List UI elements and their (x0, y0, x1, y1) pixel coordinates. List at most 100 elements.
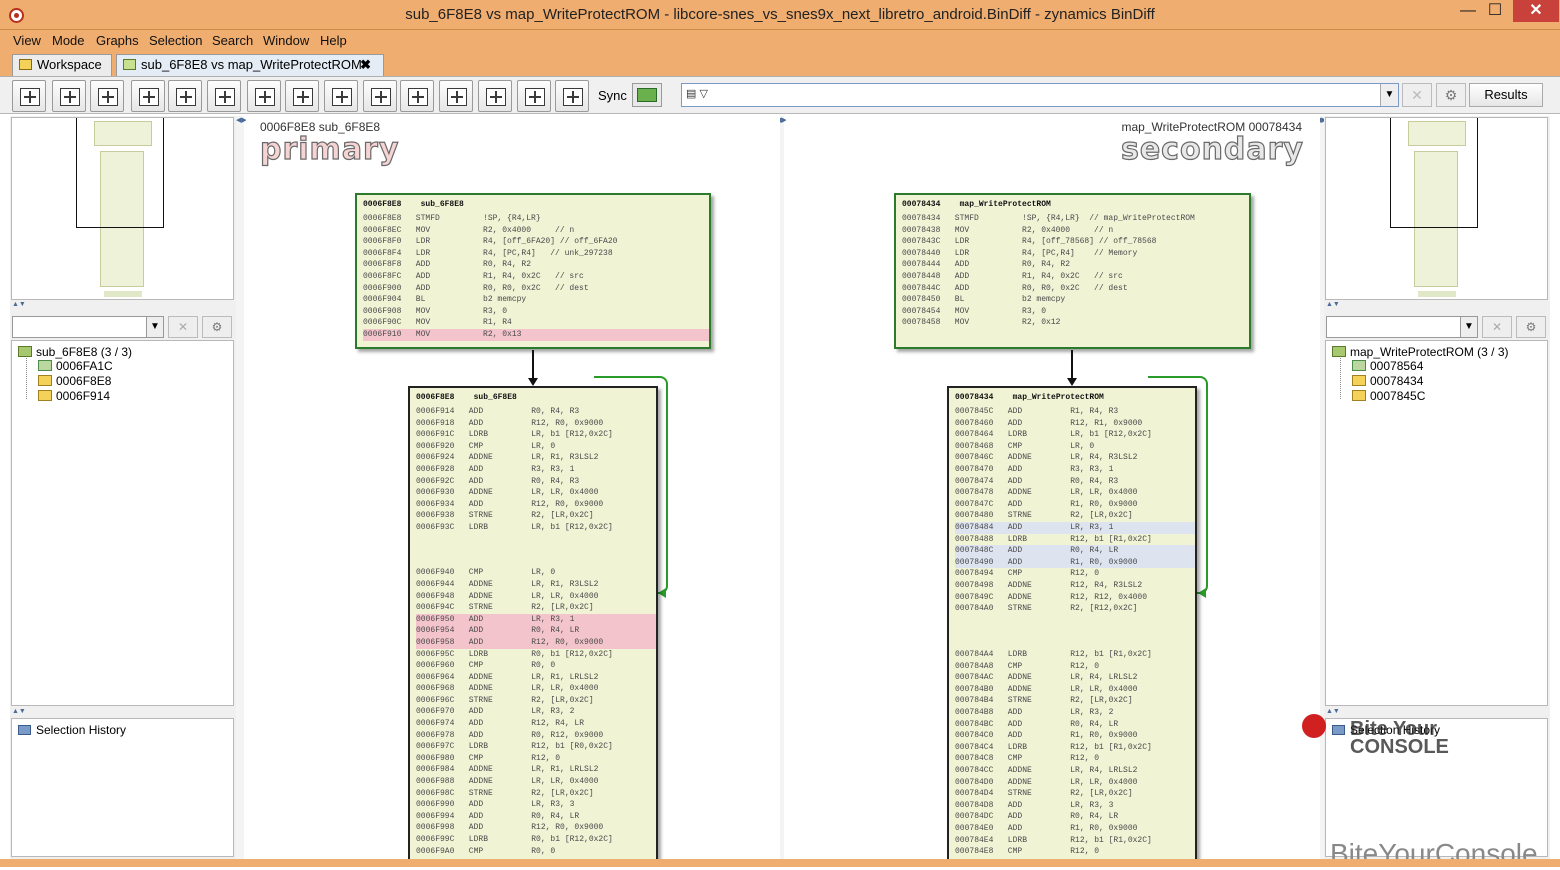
instruction-row[interactable]: 0006F98C STRNE R2, [LR,0x2C] (416, 788, 656, 800)
instruction-row[interactable]: 000784DC ADD R0, R4, LR (955, 811, 1195, 823)
instruction-row[interactable]: 0006F930 ADDNE LR, LR, 0x4000 (416, 487, 656, 499)
instruction-row[interactable]: 0007846C ADDNE LR, R4, R3LSL2 (955, 452, 1195, 464)
instruction-row[interactable]: 0006F938 STRNE R2, [LR,0x2C] (416, 510, 656, 522)
instruction-row[interactable]: 0006F97C LDRB R12, b1 [R0,0x2C] (416, 741, 656, 753)
tree-item[interactable]: 00078434 (1352, 374, 1423, 388)
clear-search-button[interactable]: ✕ (1402, 83, 1432, 107)
instruction-row[interactable]: 0006F91C LDRB LR, b1 [R12,0x2C] (416, 429, 656, 441)
instruction-row-changed[interactable]: 0006F954 ADD R0, R4, LR (416, 625, 656, 637)
instruction-row[interactable]: 0006F8EC MOV R2, 0x4000 // n (363, 225, 709, 237)
instruction-row[interactable]: 0006F96C STRNE R2, [LR,0x2C] (416, 695, 656, 707)
tree-item[interactable]: 00078564 (1352, 359, 1423, 373)
toolbar-button-11[interactable] (400, 80, 434, 112)
secondary-graph-pane[interactable]: map_WriteProtectROM 00078434 secondary 0… (786, 116, 1320, 859)
instruction-row[interactable]: 0006F988 ADDNE LR, LR, 0x4000 (416, 776, 656, 788)
instruction-row[interactable]: 0006F914 ADD R0, R4, R3 (416, 406, 656, 418)
instruction-row[interactable]: 00078448 ADD R1, R4, 0x2C // src (902, 271, 1249, 283)
instruction-row[interactable]: 00078470 ADD R3, R3, 1 (955, 464, 1195, 476)
instruction-row[interactable]: 0006F998 ADD R12, R0, 0x9000 (416, 822, 656, 834)
instruction-row[interactable]: 0006F8F8 ADD R0, R4, R2 (363, 259, 709, 271)
filter-dropdown-arrow[interactable]: ▼ (146, 316, 164, 338)
tree-filter-input[interactable] (1326, 316, 1476, 338)
instruction-row[interactable]: 000784C0 ADD R1, R0, 0x9000 (955, 730, 1195, 742)
instruction-row[interactable]: 000784D8 ADD LR, R3, 3 (955, 800, 1195, 812)
filter-settings-button[interactable]: ⚙ (1516, 316, 1546, 338)
splitter-handle[interactable]: ▲▼ (10, 301, 236, 309)
instruction-row[interactable]: 0007844C ADD R0, R0, 0x2C // dest (902, 283, 1249, 295)
search-combo[interactable]: ▤ ▽ ▼ (681, 83, 1399, 107)
instruction-row[interactable]: 0006F904 BL b2 memcpy (363, 294, 709, 306)
instruction-row[interactable]: 0006F944 ADDNE LR, R1, R3LSL2 (416, 579, 656, 591)
primary-minimap[interactable] (11, 117, 234, 300)
instruction-row[interactable]: 00078458 MOV R2, 0x12 (902, 317, 1249, 329)
menu-window[interactable]: Window (263, 33, 309, 48)
toolbar-button-7[interactable] (247, 80, 281, 112)
instruction-row[interactable]: 000784D0 ADDNE LR, LR, 0x4000 (955, 777, 1195, 789)
tree-item[interactable]: 0006F8E8 (38, 374, 111, 388)
instruction-row[interactable]: 000784B8 ADD LR, R3, 2 (955, 707, 1195, 719)
toolbar-button-4[interactable] (131, 80, 165, 112)
toolbar-button-15[interactable] (555, 80, 589, 112)
search-settings-button[interactable]: ⚙ (1436, 83, 1466, 107)
menu-selection[interactable]: Selection (149, 33, 202, 48)
tab-compare[interactable]: sub_6F8E8 vs map_WriteProtectROM ✖ (116, 54, 384, 76)
tab-workspace[interactable]: Workspace (12, 54, 112, 76)
splitter-handle[interactable]: ▲▼ (10, 708, 236, 716)
instruction-row[interactable]: 000784E4 LDRB R12, b1 [R1,0x2C] (955, 835, 1195, 847)
clear-filter-button[interactable]: ✕ (168, 316, 198, 338)
instruction-row[interactable]: 0006F8F4 LDR R4, [PC,R4] // unk_297238 (363, 248, 709, 260)
menu-help[interactable]: Help (320, 33, 347, 48)
instruction-row[interactable]: 0006F8F0 LDR R4, [off_6FA20] // off_6FA2… (363, 236, 709, 248)
clear-filter-button[interactable]: ✕ (1482, 316, 1512, 338)
close-tab-icon[interactable]: ✖ (360, 55, 371, 75)
instruction-row-moved[interactable]: 0007848C ADD R0, R4, LR (955, 545, 1195, 557)
instruction-row[interactable]: 0006F964 ADDNE LR, R1, LRLSL2 (416, 672, 656, 684)
instruction-row[interactable]: 0006F994 ADD R0, R4, LR (416, 811, 656, 823)
instruction-row-moved[interactable]: 00078490 ADD R1, R0, 0x9000 (955, 556, 1195, 569)
instruction-row[interactable]: 000784CC ADDNE LR, R4, LRLSL2 (955, 765, 1195, 777)
filter-dropdown-arrow[interactable]: ▼ (1460, 316, 1478, 338)
instruction-row[interactable]: 00078444 ADD R0, R4, R2 (902, 259, 1249, 271)
toolbar-button-1[interactable] (12, 80, 46, 112)
minimap-viewport[interactable] (1390, 118, 1478, 228)
instruction-row[interactable]: 000784E8 CMP R12, 0 (955, 846, 1195, 858)
sync-button[interactable] (632, 83, 662, 107)
tree-item[interactable]: 0006FA1C (38, 359, 113, 373)
minimap-viewport[interactable] (76, 118, 164, 228)
instruction-row[interactable]: 0006F960 CMP R0, 0 (416, 660, 656, 672)
instruction-row[interactable]: 00078438 MOV R2, 0x4000 // n (902, 225, 1249, 237)
instruction-row[interactable]: 000784A4 LDRB R12, b1 [R1,0x2C] (955, 649, 1195, 661)
instruction-row[interactable]: 0006F978 ADD R0, R12, 0x9000 (416, 730, 656, 742)
instruction-row[interactable]: 000784A0 STRNE R2, [R12,0x2C] (955, 603, 1195, 649)
instruction-row[interactable]: 0007845C ADD R1, R4, R3 (955, 406, 1195, 418)
menu-mode[interactable]: Mode (52, 33, 85, 48)
instruction-row-changed[interactable]: 0006F910 MOV R2, 0x13 (363, 328, 709, 341)
menu-search[interactable]: Search (212, 33, 253, 48)
instruction-row[interactable]: 0006F92C ADD R0, R4, R3 (416, 476, 656, 488)
instruction-row[interactable]: 000784A8 CMP R12, 0 (955, 661, 1195, 673)
minimize-button[interactable]: — (1455, 0, 1481, 22)
toolbar-button-5[interactable] (168, 80, 202, 112)
toolbar-button-12[interactable] (439, 80, 473, 112)
instruction-row[interactable]: 00078478 ADDNE LR, LR, 0x4000 (955, 487, 1195, 499)
toolbar-button-6[interactable] (207, 80, 241, 112)
instruction-row[interactable]: 0006F900 ADD R0, R0, 0x2C // dest (363, 283, 709, 295)
splitter-handle[interactable]: ▲▼ (1324, 301, 1550, 309)
instruction-row-moved[interactable]: 00078484 ADD LR, R3, 1 (955, 521, 1195, 534)
instruction-row[interactable]: 000784C8 CMP R12, 0 (955, 753, 1195, 765)
secondary-basic-block-2[interactable]: 00078434 map_WriteProtectROM 0007845C AD… (947, 386, 1197, 859)
secondary-basic-block-1[interactable]: 00078434 map_WriteProtectROM 00078434 ST… (894, 193, 1251, 349)
instruction-row[interactable]: 0006F908 MOV R3, 0 (363, 306, 709, 318)
close-window-button[interactable]: ✕ (1513, 0, 1559, 22)
instruction-row[interactable]: 00078454 MOV R3, 0 (902, 306, 1249, 318)
instruction-row[interactable]: 00078460 ADD R12, R1, 0x9000 (955, 418, 1195, 430)
instruction-row[interactable]: 0006F940 CMP LR, 0 (416, 545, 656, 579)
instruction-row[interactable]: 00078440 LDR R4, [PC,R4] // Memory (902, 248, 1249, 260)
instruction-row[interactable]: 00078488 LDRB R12, b1 [R1,0x2C] (955, 534, 1195, 546)
instruction-row[interactable]: 0006F920 CMP LR, 0 (416, 441, 656, 453)
tree-root-node[interactable]: sub_6F8E8 (3 / 3) (18, 345, 132, 359)
toolbar-button-9[interactable] (324, 80, 358, 112)
instruction-row[interactable]: 0006F93C LDRB LR, b1 [R12,0x2C] (416, 522, 656, 545)
filter-settings-button[interactable]: ⚙ (202, 316, 232, 338)
instruction-row[interactable]: 0006F918 ADD R12, R0, 0x9000 (416, 418, 656, 430)
